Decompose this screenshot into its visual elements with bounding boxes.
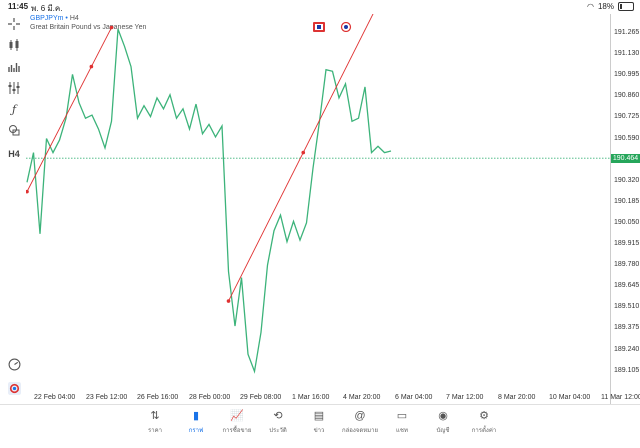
price-chart[interactable] <box>25 2 610 404</box>
price-tick-label: 189.510 <box>614 303 640 311</box>
price-tick-label: 190.320 <box>614 176 640 184</box>
nav-item[interactable]: ▭ แชท <box>382 409 422 435</box>
chat-icon: ▭ <box>396 410 408 422</box>
nav-label: บัญชี <box>436 428 450 434</box>
chart-area[interactable] <box>25 2 611 404</box>
function-icon[interactable]: ƒ <box>6 103 22 117</box>
status-right: ◠ 18% <box>587 2 634 11</box>
time-tick-label: 29 Feb 08:00 <box>240 394 282 401</box>
nav-label: การตั้งค่า <box>471 428 497 434</box>
wifi-icon: ◠ <box>587 2 594 11</box>
indicators-icon[interactable] <box>6 82 22 96</box>
timeframe-icon[interactable]: H4 <box>6 147 22 161</box>
trendline-anchor <box>226 299 231 303</box>
nav-label: แชท <box>396 428 408 434</box>
nav-item[interactable]: ⇅ ราคา <box>135 409 175 435</box>
crosshair-icon[interactable] <box>6 18 22 32</box>
nav-label: การซื้อขาย <box>222 428 252 434</box>
bottom-nav: ⇅ ราคา ▮ กราฟ 📈 การซื้อขาย ⟲ ประวัติ ▤ ข่าว @ กล่อง… <box>0 404 640 448</box>
history-icon: ⟲ <box>273 410 283 422</box>
settings-icon: ⚙ <box>479 410 489 422</box>
nav-label: ข่าว <box>313 428 325 434</box>
trendline-anchor <box>301 150 306 155</box>
time-tick-label: 6 Mar 04:00 <box>395 394 433 401</box>
current-price-label: 190.464 <box>611 153 640 163</box>
price-tick-label: 190.995 <box>614 71 640 79</box>
time-axis: 22 Feb 04:00 23 Feb 12:00 26 Feb 16:00 28 F… <box>26 392 640 404</box>
price-tick-label: 189.375 <box>614 324 640 332</box>
nav-item[interactable]: ⟲ ประวัติ <box>258 409 298 435</box>
nav-label: ประวัติ <box>269 428 287 434</box>
trendline-anchor <box>25 189 29 194</box>
time-tick-label: 23 Feb 12:00 <box>86 394 128 401</box>
broker-logo-icon <box>6 382 22 396</box>
time-tick-label: 8 Mar 20:00 <box>498 394 536 401</box>
price-tick-label: 189.780 <box>614 261 640 269</box>
status-bar: 11:45 พ. 6 มี.ค. ◠ 18% <box>0 0 640 14</box>
quotes-icon: ⇅ <box>150 410 160 422</box>
news-icon: ▤ <box>313 410 325 422</box>
price-tick-label: 189.240 <box>614 345 640 353</box>
objects-icon[interactable] <box>6 124 22 138</box>
price-tick-label: 190.860 <box>614 92 640 100</box>
time-tick-label: 7 Mar 12:00 <box>446 394 484 401</box>
nav-item[interactable]: ⚙ การตั้งค่า <box>464 409 504 435</box>
mailbox-icon: @ <box>354 410 366 422</box>
nav-item[interactable]: ▮ กราฟ <box>176 409 216 435</box>
nav-item[interactable]: ▤ ข่าว <box>299 409 339 435</box>
nav-label: กราฟ <box>188 428 204 434</box>
time-tick-label: 1 Mar 16:00 <box>292 394 330 401</box>
price-line <box>26 28 392 374</box>
nav-label: ราคา <box>148 428 162 434</box>
time-tick-label: 11 Mar 12:00 <box>601 394 640 401</box>
time-tick-label: 28 Feb 00:00 <box>189 394 231 401</box>
trendline-anchor <box>89 64 94 69</box>
chart-toolbar: ƒ H4 <box>0 14 26 404</box>
chart-icon: ▮ <box>192 410 200 422</box>
price-tick-label: 190.590 <box>614 134 640 142</box>
candles-icon[interactable] <box>6 39 22 53</box>
price-tick-label: 190.185 <box>614 197 640 205</box>
price-tick-label: 189.645 <box>614 282 640 290</box>
battery-icon <box>618 2 634 11</box>
price-tick-label: 189.105 <box>614 366 640 374</box>
nav-item[interactable]: ◉ บัญชี <box>423 409 463 435</box>
battery-percent: 18% <box>597 2 614 11</box>
price-tick-label: 189.915 <box>614 240 640 247</box>
price-tick-label: 190.050 <box>614 218 640 226</box>
price-tick-label: 190.725 <box>614 113 640 121</box>
nav-item[interactable]: @ กล่องจดหมาย <box>340 409 380 435</box>
account-icon: ◉ <box>438 410 448 422</box>
nav-item[interactable]: 📈 การซื้อขาย <box>217 409 257 435</box>
time-tick-label: 26 Feb 16:00 <box>137 394 179 401</box>
trendline-2 <box>228 3 379 302</box>
status-time: 11:45 <box>8 2 29 11</box>
time-tick-label: 22 Feb 04:00 <box>34 394 76 401</box>
price-tick-label: 191.265 <box>614 29 640 36</box>
nav-label: กล่องจดหมาย <box>341 428 379 434</box>
speedometer-icon[interactable] <box>6 358 22 372</box>
time-tick-label: 4 Mar 20:00 <box>343 394 381 401</box>
price-tick-label: 191.130 <box>614 50 640 58</box>
trade-icon: 📈 <box>230 410 244 422</box>
time-tick-label: 10 Mar 04:00 <box>549 394 591 401</box>
trendline-anchor <box>109 25 114 30</box>
trendline-1 <box>26 27 112 192</box>
price-axis: 191.265 191.130 190.995 190.860 190.725 190.5… <box>611 14 640 404</box>
bars-icon[interactable] <box>6 61 22 75</box>
